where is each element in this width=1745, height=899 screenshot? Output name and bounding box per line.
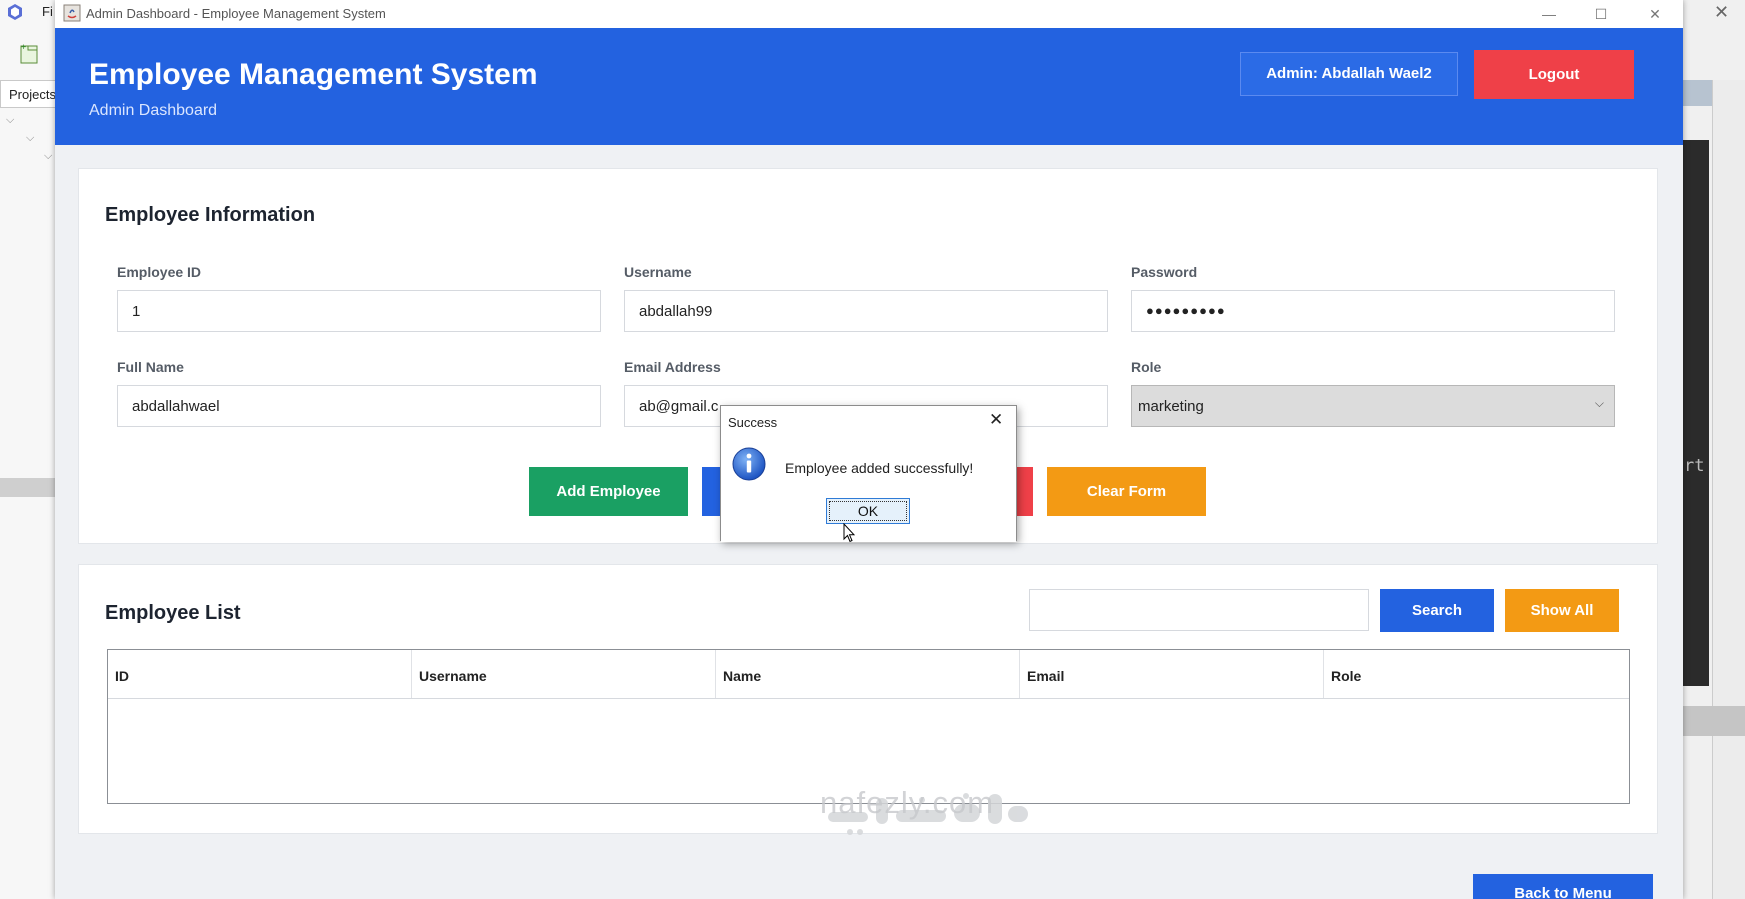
netbeans-logo-icon (8, 4, 22, 20)
watermark-text: nafezly.com (820, 785, 995, 820)
employee-table: ID Username Name Email Role (107, 649, 1630, 804)
ide-console-text: rt (1684, 456, 1705, 476)
dialog-titlebar: Success ✕ (721, 406, 1016, 436)
minimize-icon[interactable]: — (1523, 2, 1575, 26)
dialog-title: Success (728, 415, 778, 430)
dialog-body: Employee added successfully! OK (721, 436, 1016, 542)
column-header-name[interactable]: Name (716, 650, 1020, 698)
role-label: Role (1131, 359, 1162, 375)
role-select[interactable]: marketing ⌵ (1131, 385, 1615, 427)
username-label: Username (624, 264, 692, 280)
app-title: Employee Management System (89, 58, 538, 91)
full-name-label: Full Name (117, 359, 184, 375)
search-input[interactable] (1029, 589, 1369, 631)
tree-expand-icon[interactable]: ⌵ (44, 150, 52, 163)
add-employee-button[interactable]: Add Employee (529, 467, 688, 516)
java-app-icon (63, 4, 81, 22)
ide-close-icon[interactable]: ✕ (1714, 2, 1729, 23)
ide-selection-bar (0, 478, 56, 497)
column-header-id[interactable]: ID (108, 650, 412, 698)
ide-menu-file[interactable]: Fi (42, 4, 53, 19)
success-dialog: Success ✕ Employee added successfully! O… (720, 405, 1017, 542)
column-header-username[interactable]: Username (412, 650, 716, 698)
ide-left-panel: Fi + Projects ⌵ ⌵ ⌵ (0, 0, 56, 899)
employee-id-label: Employee ID (117, 264, 202, 280)
ide-projects-tab[interactable]: Projects (0, 80, 56, 108)
ide-output-tab[interactable] (1682, 706, 1745, 736)
search-button[interactable]: Search (1380, 589, 1494, 632)
column-header-email[interactable]: Email (1020, 650, 1324, 698)
dialog-ok-button[interactable]: OK (826, 498, 910, 524)
ide-scroll-strip (1712, 80, 1745, 899)
chevron-down-icon: ⌵ (1594, 396, 1604, 410)
svg-text:+: + (21, 42, 26, 52)
logout-button[interactable]: Logout (1474, 50, 1634, 99)
dialog-close-icon[interactable]: ✕ (989, 410, 1003, 430)
tree-expand-icon[interactable]: ⌵ (26, 132, 34, 145)
employee-id-input[interactable]: 1 (117, 290, 601, 332)
clear-form-button[interactable]: Clear Form (1047, 467, 1206, 516)
window-title: Admin Dashboard - Employee Management Sy… (86, 6, 386, 21)
role-select-value: marketing (1138, 398, 1204, 415)
admin-badge: Admin: Abdallah Wael2 (1240, 52, 1458, 96)
mouse-cursor-icon (843, 523, 855, 543)
show-all-button[interactable]: Show All (1505, 589, 1619, 632)
dialog-message: Employee added successfully! (785, 460, 974, 476)
employee-info-title: Employee Information (105, 204, 316, 226)
close-icon[interactable]: ✕ (1629, 2, 1681, 26)
username-input[interactable]: abdallah99 (624, 290, 1108, 332)
tree-expand-icon[interactable]: ⌵ (6, 114, 14, 127)
column-header-role[interactable]: Role (1324, 650, 1629, 698)
window-titlebar: Admin Dashboard - Employee Management Sy… (55, 0, 1683, 28)
password-input[interactable]: ●●●●●●●●● (1131, 290, 1615, 332)
app-header: Employee Management System Admin Dashboa… (55, 28, 1683, 145)
table-header: ID Username Name Email Role (108, 650, 1629, 699)
employee-list-title: Employee List (105, 602, 241, 624)
app-subtitle: Admin Dashboard (89, 102, 218, 119)
info-icon (732, 447, 766, 481)
email-label: Email Address (624, 359, 721, 375)
ide-console (1682, 140, 1709, 686)
password-label: Password (1131, 264, 1198, 280)
full-name-input[interactable]: abdallahwael (117, 385, 601, 427)
maximize-icon[interactable]: ☐ (1575, 2, 1627, 26)
new-project-icon[interactable]: + (18, 42, 42, 66)
back-to-menu-button[interactable]: Back to Menu (1473, 874, 1653, 899)
